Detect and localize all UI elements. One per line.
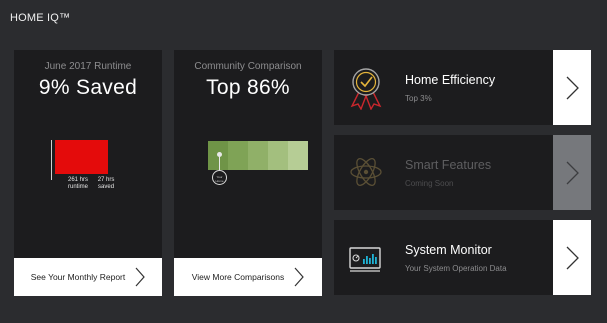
smart-features-tile[interactable]: Smart Features Coming Soon bbox=[334, 135, 591, 210]
comparison-scale bbox=[208, 141, 308, 170]
runtime-subtitle: June 2017 Runtime bbox=[44, 61, 132, 72]
more-comparisons-button[interactable]: View More Comparisons bbox=[174, 258, 322, 296]
chevron-right-icon bbox=[566, 161, 579, 184]
runtime-label: 261 hrs runtime bbox=[68, 177, 92, 191]
home-marker-badge: Your Home bbox=[212, 170, 227, 185]
runtime-hours: 261 hrs bbox=[68, 177, 89, 183]
smart-features-title: Smart Features bbox=[405, 158, 492, 172]
award-ribbon-icon bbox=[350, 68, 382, 110]
chevron-right-icon bbox=[566, 246, 579, 269]
home-efficiency-tile[interactable]: Home Efficiency Top 3% bbox=[334, 50, 591, 125]
runtime-card: June 2017 Runtime 9% Saved 261 hrs runti… bbox=[14, 50, 162, 296]
home-efficiency-arrow[interactable] bbox=[553, 50, 591, 125]
scale-segment bbox=[288, 141, 308, 170]
saved-word: saved bbox=[98, 184, 115, 190]
scale-segment bbox=[268, 141, 288, 170]
saved-label: 27 hrs saved bbox=[98, 177, 119, 191]
atom-icon bbox=[350, 158, 382, 186]
smart-features-arrow[interactable] bbox=[553, 135, 591, 210]
home-iq-dashboard: HOME IQ™ June 2017 Runtime 9% Saved 261 … bbox=[0, 0, 607, 323]
runtime-labels: 261 hrs runtime 27 hrs saved bbox=[68, 177, 122, 191]
community-headline: Top 86% bbox=[206, 76, 290, 99]
monitor-icon bbox=[349, 247, 381, 272]
runtime-bar bbox=[55, 140, 108, 174]
smart-features-subtitle: Coming Soon bbox=[405, 179, 454, 188]
runtime-headline: 9% Saved bbox=[38, 76, 138, 99]
runtime-word: runtime bbox=[68, 184, 89, 190]
home-marker-dot bbox=[217, 152, 222, 157]
scale-segment bbox=[248, 141, 268, 170]
community-card: Community Comparison Top 86% Your Home V… bbox=[174, 50, 322, 296]
runtime-axis bbox=[51, 140, 52, 180]
more-comparisons-label: View More Comparisons bbox=[191, 272, 285, 282]
saved-hours: 27 hrs bbox=[97, 177, 115, 183]
scale-segment bbox=[228, 141, 248, 170]
monthly-report-label: See Your Monthly Report bbox=[30, 272, 126, 282]
app-title: HOME IQ™ bbox=[10, 12, 71, 24]
system-monitor-subtitle: Your System Operation Data bbox=[405, 264, 507, 273]
home-efficiency-title: Home Efficiency bbox=[405, 73, 496, 87]
chevron-right-icon bbox=[135, 267, 146, 287]
chevron-right-icon bbox=[294, 267, 305, 287]
system-monitor-tile[interactable]: System Monitor Your System Operation Dat… bbox=[334, 220, 591, 295]
community-subtitle: Community Comparison bbox=[194, 61, 302, 72]
system-monitor-title: System Monitor bbox=[405, 243, 492, 257]
chevron-right-icon bbox=[566, 76, 579, 99]
system-monitor-arrow[interactable] bbox=[553, 220, 591, 295]
monthly-report-button[interactable]: See Your Monthly Report bbox=[14, 258, 162, 296]
home-efficiency-subtitle: Top 3% bbox=[405, 94, 432, 103]
